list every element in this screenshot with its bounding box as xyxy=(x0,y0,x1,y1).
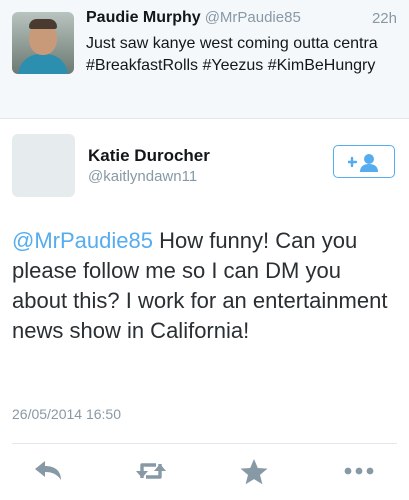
star-icon xyxy=(240,459,268,485)
parent-tweet[interactable]: Paudie Murphy @MrPaudie85 22h Just saw ka… xyxy=(0,0,409,119)
parent-tweet-text: Just saw kanye west coming outta centra … xyxy=(86,35,378,74)
main-author-name[interactable]: Katie Durocher xyxy=(88,146,210,166)
reply-button[interactable] xyxy=(30,458,66,486)
more-icon xyxy=(344,467,374,475)
main-author-handle[interactable]: @kaitlyndawn11 xyxy=(88,168,197,185)
tweet-timestamp: 26/05/2014 16:50 xyxy=(12,406,121,422)
favorite-button[interactable] xyxy=(236,458,272,486)
retweet-icon xyxy=(136,463,166,479)
parent-author-name[interactable]: Paudie Murphy xyxy=(86,9,201,26)
tweet-text: @MrPaudie85 How funny! Can you please fo… xyxy=(12,226,402,346)
retweet-button[interactable] xyxy=(133,458,169,486)
more-button[interactable] xyxy=(341,458,377,486)
main-tweet-avatar[interactable] xyxy=(12,134,75,197)
follow-user-icon xyxy=(348,154,378,172)
parent-author-handle[interactable]: @MrPaudie85 xyxy=(205,9,301,26)
reply-icon xyxy=(35,461,61,480)
parent-tweet-time: 22h xyxy=(371,10,397,27)
parent-tweet-header: Paudie Murphy @MrPaudie85 22h xyxy=(86,9,397,29)
avatar-shirt xyxy=(18,54,68,74)
mention-link[interactable]: @MrPaudie85 xyxy=(12,228,153,253)
follow-button[interactable] xyxy=(333,145,395,178)
parent-tweet-avatar[interactable] xyxy=(12,12,74,74)
avatar-hair xyxy=(29,19,57,29)
actions-divider xyxy=(12,443,397,444)
